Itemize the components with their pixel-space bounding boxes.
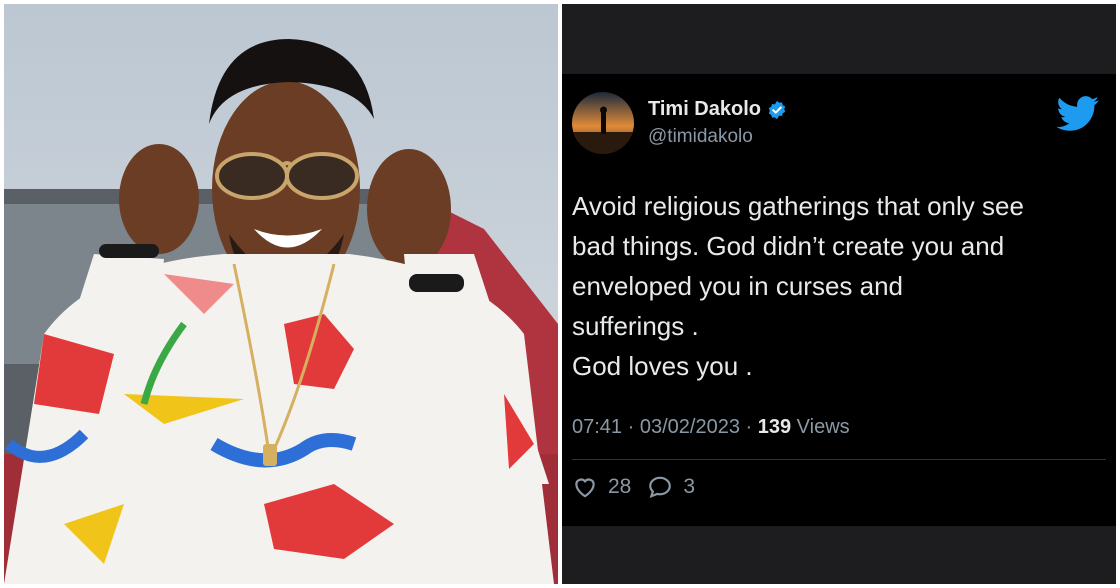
- divider: [572, 459, 1106, 460]
- meta-separator: ·: [622, 416, 640, 438]
- views-label: Views: [791, 416, 850, 438]
- like-button[interactable]: 28: [572, 474, 631, 500]
- avatar[interactable]: [572, 92, 634, 154]
- like-count: 28: [608, 475, 632, 498]
- verified-badge-icon: [768, 100, 786, 119]
- reply-bubble-icon: [649, 476, 672, 499]
- heart-icon: [575, 478, 595, 498]
- tweet-time[interactable]: 07:41: [572, 416, 622, 438]
- tweet-card: Timi Dakolo @timidakolo Avoid religious …: [562, 74, 1116, 526]
- twitter-bird-icon[interactable]: [1056, 96, 1100, 132]
- views-count: 139: [757, 416, 792, 438]
- reply-button[interactable]: 3: [647, 474, 695, 500]
- meta-separator: ·: [739, 416, 758, 438]
- tweet-meta: 07:41 · 03/02/2023 · 139 Views: [572, 416, 850, 439]
- tweet-actions: 28 3: [572, 474, 695, 500]
- profile-photo: [4, 4, 558, 584]
- tweet-screenshot: Timi Dakolo @timidakolo Avoid religious …: [562, 4, 1116, 584]
- display-name[interactable]: Timi Dakolo: [648, 98, 761, 121]
- user-name-row: Timi Dakolo: [648, 98, 787, 121]
- user-handle[interactable]: @timidakolo: [648, 126, 753, 148]
- tweet-text: Avoid religious gatherings that only see…: [572, 191, 1024, 381]
- reply-count: 3: [683, 475, 696, 498]
- tweet-date[interactable]: 03/02/2023: [640, 416, 740, 438]
